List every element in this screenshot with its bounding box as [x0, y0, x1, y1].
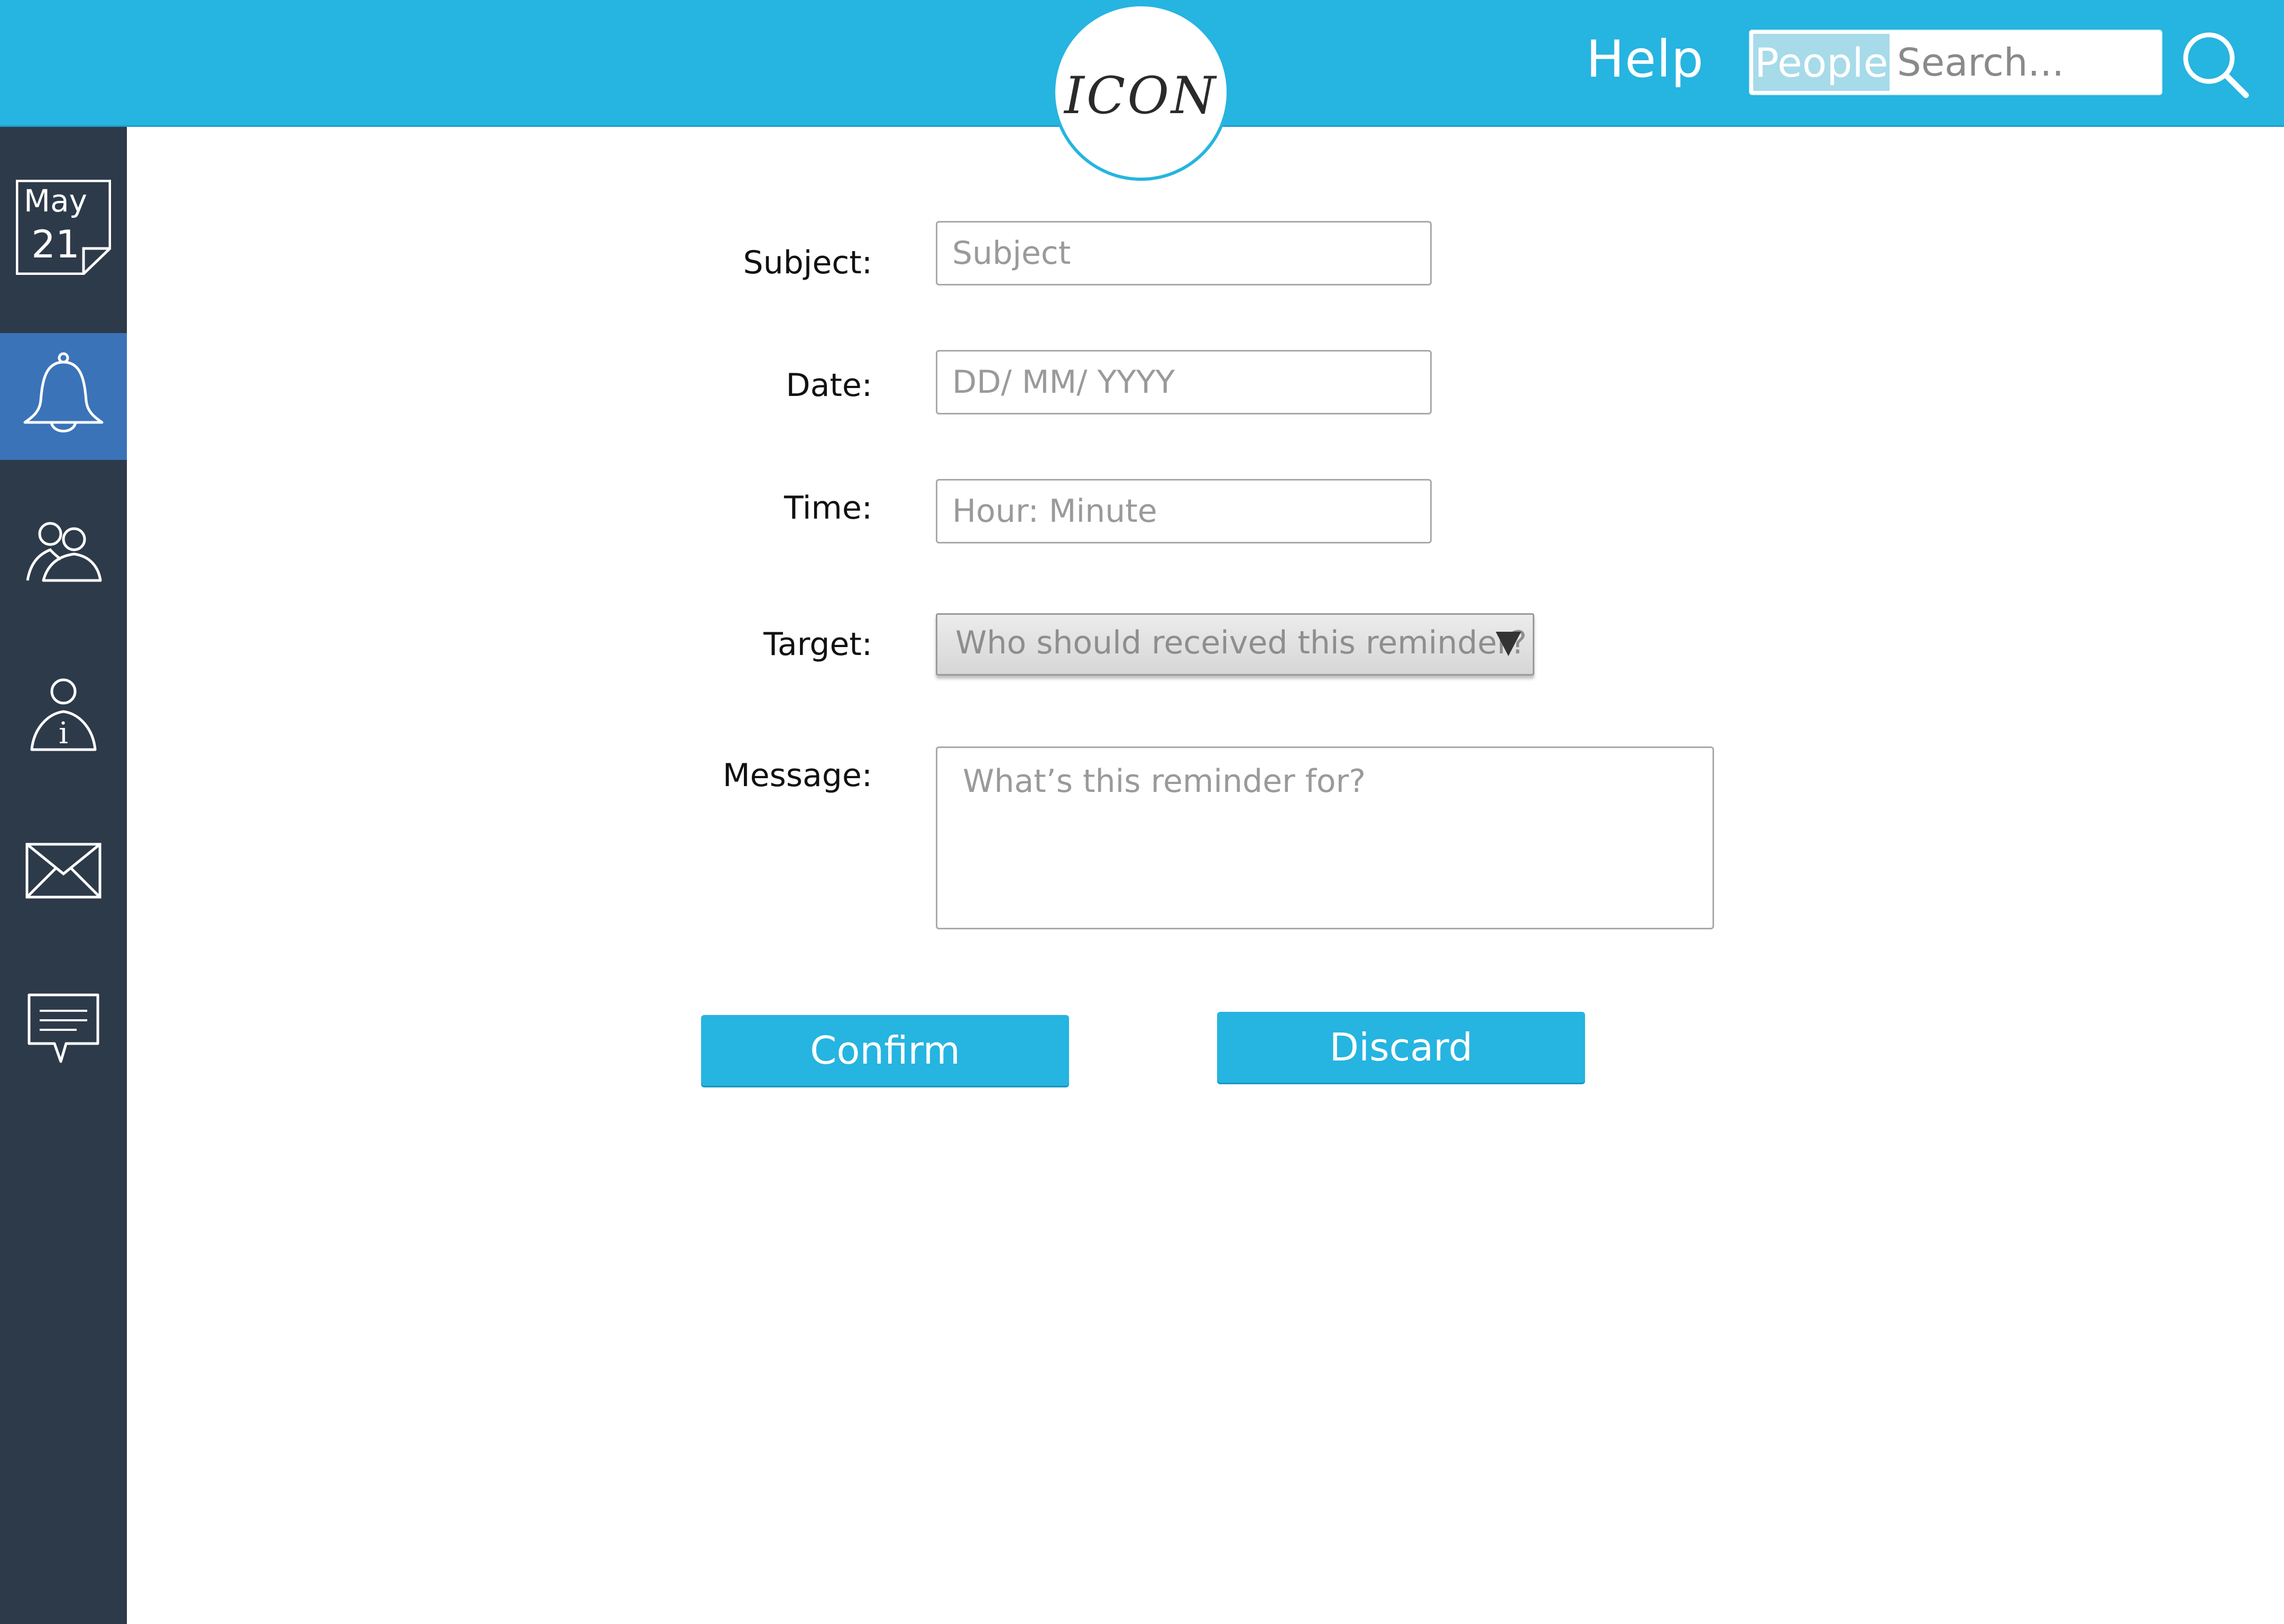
message-field[interactable] — [936, 746, 1714, 929]
target-label: Target: — [763, 626, 872, 663]
target-select-value: Who should received this reminder? — [955, 624, 1527, 661]
time-field[interactable] — [936, 479, 1432, 543]
message-label: Message: — [722, 757, 872, 794]
calendar-icon: May 21 — [16, 180, 111, 275]
time-label: Time: — [784, 490, 872, 527]
group-icon — [21, 512, 106, 598]
bell-icon — [19, 350, 108, 442]
subject-field[interactable] — [936, 221, 1432, 285]
date-label: Date: — [786, 367, 872, 404]
logo-text: ICON — [1064, 66, 1218, 125]
sidebar-item-messages[interactable] — [0, 967, 127, 1094]
search-scope-tag[interactable]: People — [1753, 34, 1890, 91]
user-info-icon: i — [21, 676, 106, 762]
search-input[interactable] — [1897, 34, 2156, 91]
sidebar-item-people[interactable] — [0, 492, 127, 619]
sidebar-item-reminders[interactable] — [0, 333, 127, 460]
sidebar-item-user-info[interactable]: i — [0, 656, 127, 782]
calendar-day: 21 — [31, 222, 80, 266]
mail-icon — [24, 837, 103, 908]
date-field[interactable] — [936, 350, 1432, 414]
calendar-month: May — [24, 183, 87, 219]
confirm-button[interactable]: Confirm — [701, 1015, 1069, 1086]
discard-button[interactable]: Discard — [1217, 1012, 1585, 1083]
target-select[interactable]: Who should received this reminder? — [936, 613, 1534, 676]
search-icon[interactable] — [2178, 27, 2252, 102]
search-box: People — [1749, 30, 2162, 95]
sidebar-item-calendar[interactable]: May 21 — [0, 127, 127, 275]
svg-text:i: i — [59, 716, 68, 751]
chat-icon — [24, 988, 103, 1074]
app-logo[interactable]: ICON — [1052, 3, 1230, 181]
sidebar-item-mail[interactable] — [0, 809, 127, 936]
sidebar: May 21 i — [0, 127, 127, 1624]
subject-label: Subject: — [743, 244, 872, 281]
chevron-down-icon — [1496, 632, 1521, 656]
help-link[interactable]: Help — [1586, 30, 1704, 89]
